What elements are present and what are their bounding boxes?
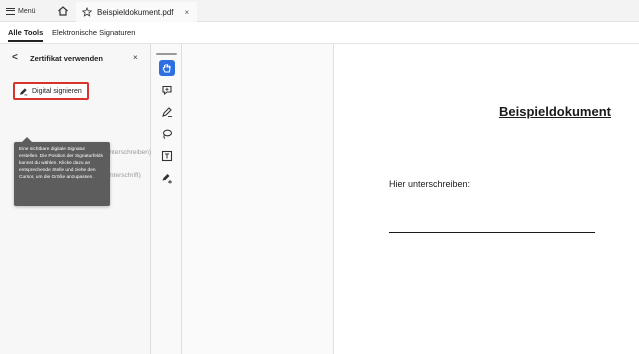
document-tab[interactable]: Beispieldokument.pdf × — [76, 2, 198, 22]
signature-label: Hier unterschreiben: — [389, 179, 471, 189]
title-bar: Menü Beispieldokument.pdf × — [0, 0, 639, 22]
back-icon[interactable]: < — [12, 52, 18, 63]
star-icon[interactable] — [82, 7, 92, 17]
document-title: Beispieldokument — [499, 104, 611, 119]
tab-all-tools[interactable]: Alle Tools — [8, 28, 44, 42]
signature-tool-button[interactable] — [159, 170, 175, 186]
tools-tab-bar: Alle Tools Elektronische Signaturen — [0, 22, 639, 44]
document-tab-label: Beispieldokument.pdf — [97, 7, 174, 17]
comment-tool-button[interactable] — [159, 82, 175, 98]
text-box-icon — [161, 150, 173, 162]
signature-icon — [162, 174, 172, 184]
home-icon[interactable] — [56, 4, 70, 18]
digital-sign-label: Digital signieren — [32, 87, 82, 95]
close-icon[interactable]: × — [185, 8, 190, 17]
toolbar-grip — [156, 53, 177, 55]
menu-button[interactable]: Menü — [6, 4, 36, 18]
text-box-tool-button[interactable] — [159, 148, 175, 164]
panel-title: Zertifikat verwenden — [30, 54, 103, 63]
pen-icon — [162, 107, 172, 117]
hamburger-icon — [6, 7, 15, 15]
hand-tool-button[interactable] — [159, 60, 175, 76]
digital-sign-tooltip: Eine sichtbare digitale Signatur erstell… — [14, 137, 110, 206]
lasso-icon — [162, 129, 173, 139]
comment-icon — [162, 85, 172, 96]
signature-line — [389, 232, 595, 233]
lasso-tool-button[interactable] — [159, 126, 175, 142]
pen-sign-icon — [19, 87, 28, 95]
document-gutter — [182, 44, 334, 354]
panel-header: < Zertifikat verwenden × — [0, 44, 151, 72]
hand-icon — [162, 64, 171, 73]
menu-label: Menü — [18, 7, 36, 15]
vertical-toolbar — [151, 44, 182, 354]
digital-sign-button[interactable]: Digital signieren — [13, 82, 89, 100]
document-page[interactable]: Beispieldokument Hier unterschreiben: — [334, 44, 639, 354]
tab-electronic-signatures[interactable]: Elektronische Signaturen — [52, 28, 135, 37]
certificate-panel: < Zertifikat verwenden × Digital signier… — [0, 44, 151, 354]
panel-close-icon[interactable]: × — [133, 53, 138, 62]
draw-tool-button[interactable] — [159, 104, 175, 120]
